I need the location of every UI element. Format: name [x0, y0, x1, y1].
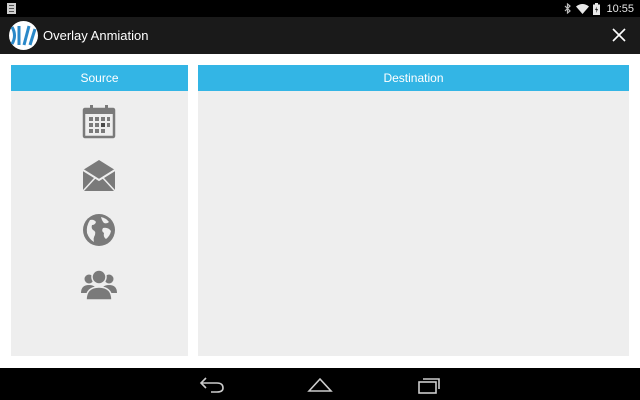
app-title: Overlay Anmiation: [43, 28, 149, 43]
users-icon[interactable]: [81, 266, 117, 302]
globe-icon[interactable]: [81, 212, 117, 248]
status-bar: 10:55: [0, 0, 640, 17]
source-header: Source: [11, 65, 188, 91]
action-bar: Overlay Anmiation: [0, 17, 640, 54]
mail-icon[interactable]: [81, 158, 117, 194]
battery-icon: [593, 2, 601, 15]
app-logo-icon: [9, 21, 38, 50]
source-title: Source: [80, 71, 119, 85]
destination-header: Destination: [198, 65, 629, 91]
destination-drop-area[interactable]: [198, 91, 629, 356]
status-icons: 10:55: [564, 0, 634, 17]
recents-icon[interactable]: [416, 374, 442, 394]
back-icon[interactable]: [199, 374, 225, 394]
bluetooth-icon: [565, 3, 572, 14]
source-panel: Source: [11, 65, 188, 356]
wifi-icon: [576, 3, 590, 14]
status-time: 10:55: [606, 2, 634, 15]
main-content: Source Destination: [0, 54, 640, 368]
destination-panel[interactable]: Destination: [198, 65, 629, 356]
close-icon[interactable]: [610, 26, 628, 44]
destination-title: Destination: [383, 71, 444, 85]
notification-icon: [7, 3, 16, 14]
calendar-icon[interactable]: [81, 104, 117, 140]
home-icon[interactable]: [307, 374, 333, 394]
navigation-bar: [0, 368, 640, 400]
